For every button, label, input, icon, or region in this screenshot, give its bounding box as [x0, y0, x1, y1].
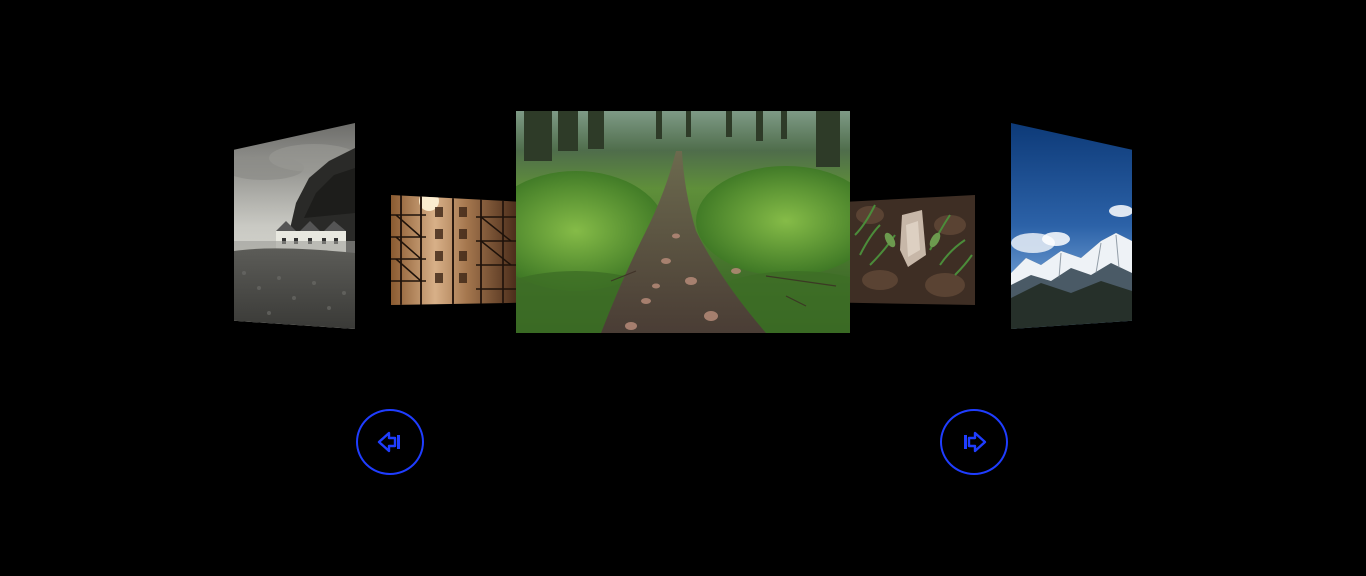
forest-floor-image — [850, 195, 975, 305]
coastal-cliff-image — [234, 123, 355, 329]
slide-fire-escape-building[interactable] — [391, 195, 517, 305]
arrow-right-icon — [964, 431, 987, 453]
prev-button[interactable] — [356, 409, 424, 475]
slide-forest-floor[interactable] — [850, 195, 975, 305]
slide-snowy-mountains[interactable] — [1011, 123, 1132, 329]
forest-trail-image — [516, 111, 850, 333]
arrow-left-icon — [377, 431, 400, 453]
carousel-stage — [0, 0, 1366, 576]
snowy-mountains-image — [1011, 123, 1132, 329]
slide-forest-trail[interactable] — [516, 111, 850, 333]
next-button[interactable] — [940, 409, 1008, 475]
slide-coastal-cliff[interactable] — [234, 123, 355, 329]
fire-escape-building-image — [391, 195, 517, 305]
